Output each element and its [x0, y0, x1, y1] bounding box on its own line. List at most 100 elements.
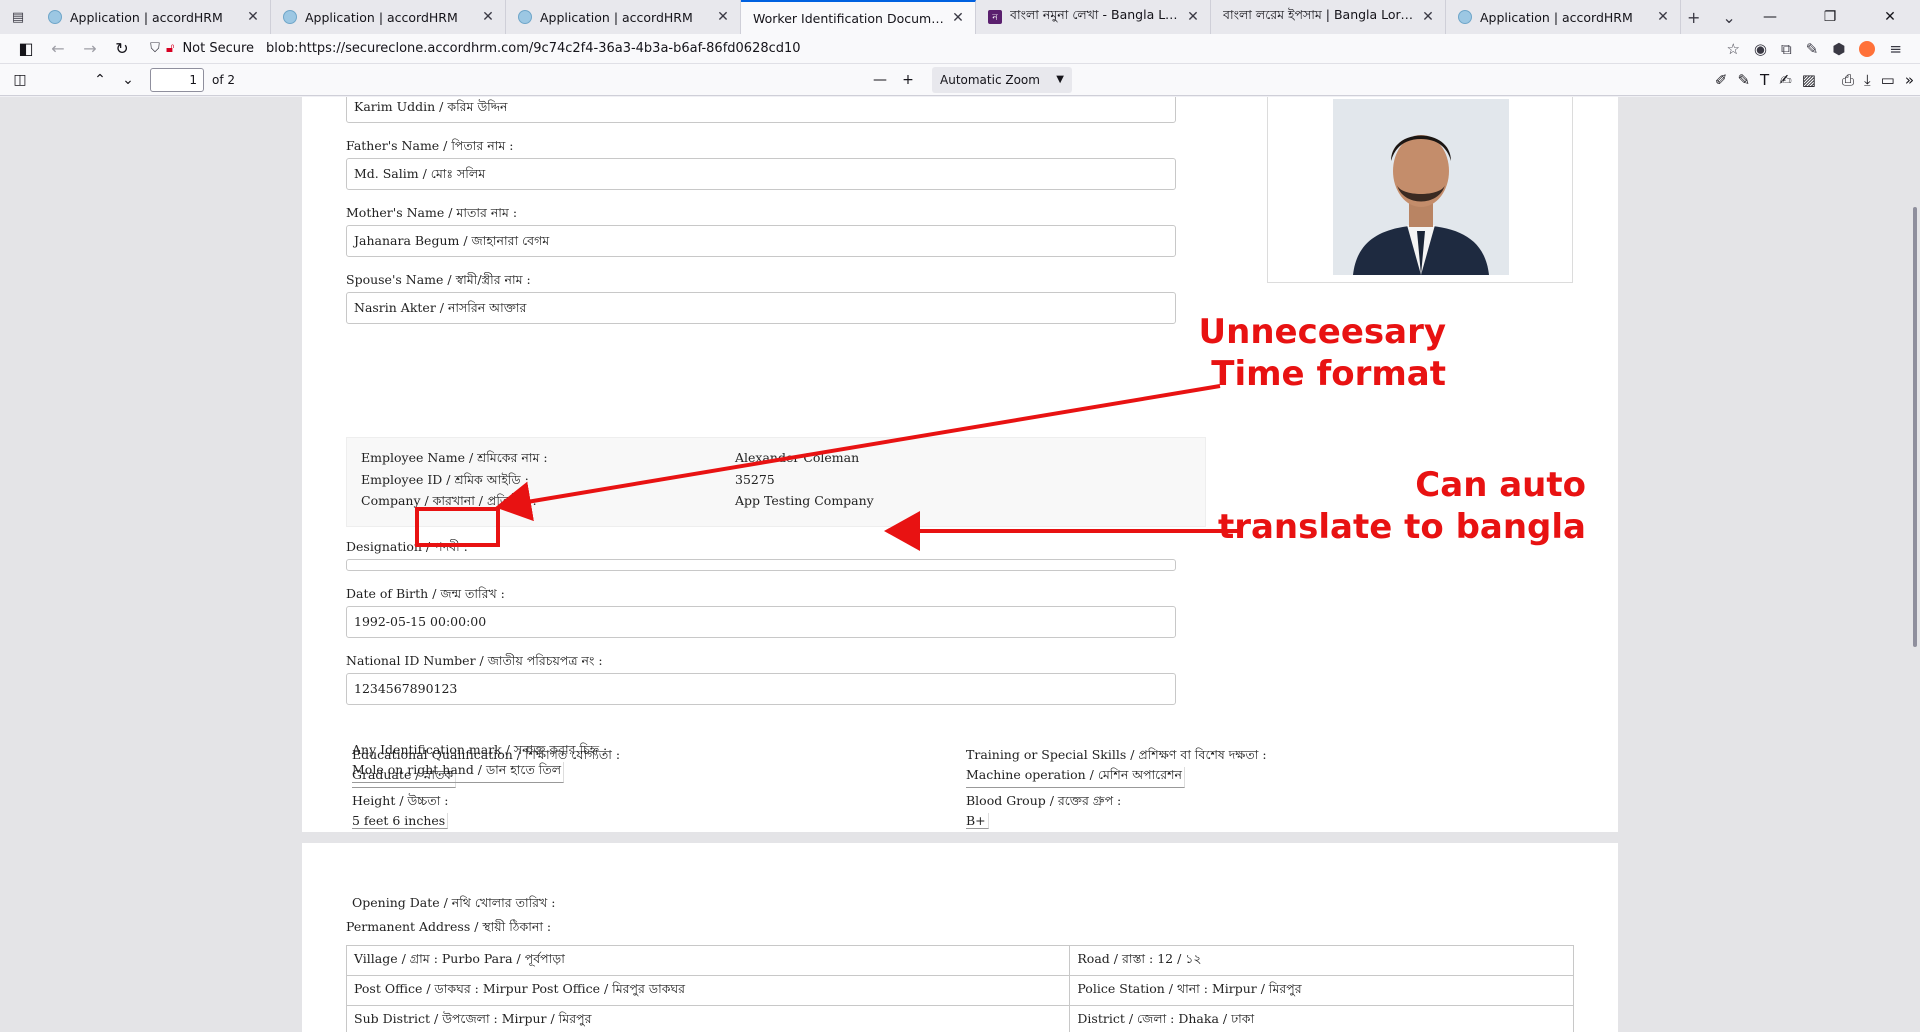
more-tools-icon[interactable]: »	[1905, 71, 1914, 89]
browser-tab[interactable]: Worker Identification Document - Emp✕	[741, 0, 976, 34]
identification-mark-value: Mole on right hand / ডান হাতে তিল	[352, 762, 565, 783]
designation-field	[346, 559, 1176, 571]
image-icon[interactable]: ▨	[1802, 71, 1816, 89]
tab-title: Application | accordHRM	[305, 9, 458, 25]
tab-close-icon[interactable]: ✕	[949, 10, 967, 26]
height-value: 5 feet 6 inches	[352, 813, 449, 829]
tab-favicon-icon: ন	[988, 10, 1002, 24]
spouse-name-label: Spouse's Name / স্বামী/স্ত্রীর নাম :	[346, 272, 531, 287]
scrollbar[interactable]	[1913, 207, 1917, 647]
browser-tab[interactable]: ন বাংলা নমুনা লেখা - Bangla Lorem I✕	[976, 0, 1211, 34]
url-bar[interactable]: ⛉ 🔓︎ Not Secure blob:https://secureclone…	[144, 36, 801, 62]
permanent-address-table: Village / গ্রাম : Purbo Para / পূর্বপাড়…	[345, 945, 1574, 1032]
highlight-icon[interactable]: ✐	[1715, 71, 1728, 89]
address-row: Village / গ্রাম : Purbo Para / পূর্বপাড়…	[345, 945, 1574, 976]
fathers-name-field: Md. Salim / মোঃ সলিম	[346, 158, 1176, 190]
print-icon[interactable]: ⎙	[1842, 71, 1854, 89]
designation-label: Designation / পদবী :	[346, 539, 468, 554]
save-icon[interactable]: ⤓	[1864, 71, 1871, 89]
annotation-time-format: Unneceesary Time format	[1150, 311, 1446, 395]
tab-close-icon[interactable]: ✕	[1184, 9, 1202, 25]
list-all-tabs-icon[interactable]: ⌄	[1722, 8, 1735, 27]
mothers-name-field: Jahanara Begum / জাহানারা বেগম	[346, 225, 1176, 257]
employee-name-label: Employee Name / শ্রমিকের নাম :	[361, 450, 548, 465]
tab-close-icon[interactable]: ✕	[479, 9, 497, 25]
close-window-icon[interactable]: ✕	[1860, 9, 1920, 25]
restore-icon[interactable]: ❐	[1800, 9, 1860, 25]
tab-bar: ▤ Application | accordHRM ✕ Application | …	[0, 0, 1920, 34]
browser-tab[interactable]: Application | accordHRM ✕	[506, 0, 741, 34]
address-cell: Road / রাস্তা : 12 / ১২	[1069, 945, 1574, 976]
tab-close-icon[interactable]: ✕	[244, 9, 262, 25]
annotation-translate-line2: translate to bangla	[1217, 507, 1586, 547]
annotation-time-format-line1: Unneceesary	[1198, 312, 1446, 352]
fathers-name-label: Father's Name / পিতার নাম :	[346, 138, 514, 153]
tab-title: Application | accordHRM	[70, 9, 223, 25]
training-value: Machine operation / মেশিন অপারেশন	[966, 767, 1185, 788]
insecure-lock-icon: 🔓︎	[166, 41, 175, 56]
blood-group-value: B+	[966, 813, 989, 829]
shield-icon[interactable]: ⛉	[144, 41, 166, 56]
browser-tab[interactable]: Application | accordHRM ✕	[271, 0, 506, 34]
zoom-in-icon[interactable]: +	[894, 72, 922, 88]
navigation-bar: ◧ ← → ↻ ⛉ 🔓︎ Not Secure blob:https://sec…	[0, 34, 1920, 64]
tab-title: Application | accordHRM	[540, 9, 693, 25]
menu-icon[interactable]: ≡	[1889, 40, 1902, 58]
extension-broom-icon[interactable]: ✎	[1806, 40, 1819, 58]
tab-favicon-icon	[283, 10, 297, 24]
reload-button[interactable]: ↻	[106, 39, 138, 58]
previous-page-icon[interactable]: ⌃	[86, 72, 114, 88]
blood-group-block: Blood Group / রক্তের গ্রুপ : B+	[966, 793, 1121, 829]
tab-close-icon[interactable]: ✕	[1419, 9, 1437, 25]
account-icon[interactable]: ◉	[1754, 40, 1767, 58]
employee-id-value: 35275	[735, 472, 775, 487]
mothers-name-label: Mother's Name / মাতার নাম :	[346, 205, 518, 220]
address-cell: Post Office / ডাকঘর : Mirpur Post Office…	[345, 975, 1071, 1006]
text-icon[interactable]: T	[1760, 71, 1769, 89]
browser-tab[interactable]: বাংলা লরেম ইপসাম | Bangla Lorem Ip ✕	[1211, 0, 1446, 34]
zoom-out-icon[interactable]: —	[866, 72, 894, 88]
zoom-select[interactable]: Automatic Zoom ▼	[932, 67, 1072, 93]
chevron-down-icon: ▼	[1056, 74, 1064, 85]
draw-icon[interactable]: ✎	[1737, 71, 1750, 89]
signature-icon[interactable]: ✍	[1779, 71, 1792, 89]
dob-field: 1992-05-15 00:00:00	[346, 606, 1176, 638]
annotation-translate: Can auto translate to bangla	[1180, 464, 1586, 548]
firefox-extension-icon[interactable]	[1859, 40, 1876, 57]
height-block: Height / উচ্চতা : 5 feet 6 inches	[352, 793, 449, 829]
new-tab-button[interactable]: +	[1687, 8, 1700, 27]
tab-favicon-icon	[48, 10, 62, 24]
employee-photo	[1333, 99, 1509, 275]
tab-list-icon[interactable]: ▤	[0, 0, 36, 34]
security-label: Not Secure	[182, 41, 255, 56]
top-name-field: Karim Uddin / করিম উদ্দিন	[346, 97, 1176, 123]
page-number-input[interactable]: 1	[150, 67, 204, 92]
nid-field: 1234567890123	[346, 673, 1176, 705]
sidebar-toggle-icon[interactable]: ◧	[10, 39, 42, 58]
minimize-icon[interactable]: —	[1740, 9, 1800, 25]
tab-title: Application | accordHRM	[1480, 9, 1633, 25]
sidebar-toggle-pdf-icon[interactable]: ◫	[6, 72, 34, 88]
url-text[interactable]: blob:https://secureclone.accordhrm.com/9…	[266, 41, 801, 56]
address-cell: Village / গ্রাম : Purbo Para / পূর্বপাড়…	[345, 945, 1071, 976]
tab-close-icon[interactable]: ✕	[714, 9, 732, 25]
forward-button[interactable]: →	[74, 39, 106, 58]
identification-mark-block: Any Identification mark / সনাক্ত করার চি…	[352, 742, 607, 783]
tab-close-icon[interactable]: ✕	[1654, 9, 1672, 25]
browser-tab[interactable]: Application | accordHRM ✕	[36, 0, 271, 34]
bookmark-star-icon[interactable]: ☆	[1726, 40, 1739, 58]
page-count: of 2	[212, 72, 236, 87]
browser-tab[interactable]: Application | accordHRM ✕	[1446, 0, 1681, 34]
employee-name-value: Alexander Coleman	[735, 450, 860, 465]
address-row: Post Office / ডাকঘর : Mirpur Post Office…	[345, 975, 1574, 1006]
open-file-icon[interactable]: ▭	[1881, 71, 1895, 89]
extensions-icon[interactable]: ⧉	[1781, 40, 1792, 58]
extension-badge-icon[interactable]: ⬢	[1832, 40, 1845, 58]
next-page-icon[interactable]: ⌄	[114, 72, 142, 88]
back-button[interactable]: ←	[42, 39, 74, 58]
tab-title: Worker Identification Document - Emp	[753, 10, 949, 26]
tab-favicon-icon	[1458, 10, 1472, 24]
employee-info-block: Employee Name / শ্রমিকের নাম : Alexander…	[346, 437, 1206, 527]
pdf-viewer[interactable]: Karim Uddin / করিম উদ্দিন Father's Name …	[0, 97, 1920, 1032]
training-block: Training or Special Skills / প্রশিক্ষণ ব…	[966, 747, 1267, 788]
